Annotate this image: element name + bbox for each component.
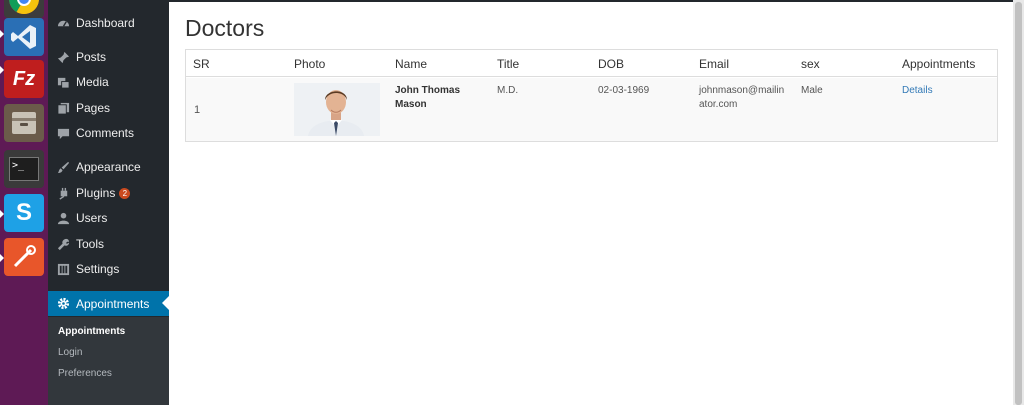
submenu-item-appointments[interactable]: Appointments: [58, 326, 125, 337]
column-header-title: Title: [497, 57, 520, 71]
pages-icon: [56, 101, 70, 115]
title-cell: M.D.: [497, 85, 519, 96]
sidebar-item-label: Appointments: [76, 296, 150, 311]
dashboard-icon: [56, 16, 70, 30]
terminal-icon[interactable]: >_: [4, 150, 44, 188]
sidebar-item-settings[interactable]: Settings: [48, 256, 169, 282]
gear-icon: [56, 297, 70, 311]
scrollbar-thumb[interactable]: [1015, 2, 1022, 405]
sidebar-item-tools[interactable]: Tools: [48, 231, 169, 257]
sex-cell: Male: [801, 85, 823, 96]
pin-icon: [56, 50, 70, 64]
comment-icon: [56, 126, 70, 140]
sidebar-item-label: Comments: [76, 126, 135, 140]
page-title: Doctors: [185, 15, 265, 41]
sidebar-item-label: Appearance: [76, 160, 141, 174]
column-header-appointments: Appointments: [902, 57, 976, 71]
app-launcher: Fz >_ S: [0, 0, 48, 405]
sidebar-item-label: Media: [76, 75, 109, 89]
terminal-glyph: >_: [12, 160, 25, 171]
vscode-icon[interactable]: [4, 18, 44, 56]
column-header-email: Email: [699, 57, 730, 71]
column-header-name: Name: [395, 57, 428, 71]
sidebar-item-label: Pages: [76, 101, 111, 115]
email-line2: ator.com: [699, 99, 738, 110]
media-icon: [56, 75, 70, 89]
skype-icon[interactable]: S: [4, 194, 44, 232]
user-icon: [56, 211, 70, 225]
sidebar-item-dashboard[interactable]: Dashboard: [48, 10, 169, 36]
appointments-cell: Details: [902, 84, 933, 98]
sidebar-item-label: Plugins: [76, 186, 116, 200]
column-header-sr: SR: [193, 57, 210, 71]
sidebar-item-posts[interactable]: Posts: [48, 44, 169, 70]
sr-cell: 1: [194, 104, 201, 116]
table-row: 1 John Thomas Mason M.D. 02-03-1969 john…: [186, 78, 997, 141]
plugin-icon: [56, 186, 70, 200]
email-line1: johnmason@mailin: [699, 85, 785, 96]
email-cell: johnmason@mailin ator.com: [699, 84, 784, 112]
doctor-name-cell: John Thomas Mason: [395, 84, 460, 112]
admin-bar-edge: [169, 0, 1016, 2]
submenu-item-preferences[interactable]: Preferences: [58, 368, 112, 379]
doctor-photo: [294, 83, 380, 136]
sidebar-item-appointments[interactable]: Appointments: [48, 291, 169, 316]
current-menu-arrow: [162, 296, 169, 310]
sidebar-item-label: Tools: [76, 237, 105, 251]
submenu-item-login[interactable]: Login: [58, 347, 82, 358]
column-header-photo: Photo: [294, 57, 326, 71]
details-link[interactable]: Details: [902, 85, 933, 96]
sidebar-item-appearance[interactable]: Appearance: [48, 154, 169, 180]
sidebar-item-label: Users: [76, 211, 108, 225]
sidebar-item-users[interactable]: Users: [48, 205, 169, 231]
filezilla-icon[interactable]: Fz: [4, 60, 44, 98]
chrome-icon[interactable]: [4, 0, 44, 18]
postman-icon[interactable]: [4, 238, 44, 276]
skype-glyph: S: [15, 199, 32, 226]
sidebar-item-label: Dashboard: [76, 16, 135, 30]
update-count-badge: 2: [119, 187, 131, 199]
doctor-name-line1: John Thomas: [395, 85, 461, 96]
sidebar-item-media[interactable]: Media: [48, 69, 169, 95]
doctor-name-line2: Mason: [395, 99, 427, 110]
table-header-row: SR Photo Name Title DOB Email sex Appoin…: [186, 50, 997, 77]
archive-manager-icon[interactable]: [4, 104, 44, 142]
wrench-icon: [56, 237, 70, 251]
column-header-sex: sex: [801, 57, 820, 71]
filezilla-glyph: Fz: [12, 67, 36, 90]
doctors-table: SR Photo Name Title DOB Email sex Appoin…: [185, 49, 998, 142]
settings-icon: [56, 262, 70, 276]
sidebar-item-label: Posts: [76, 50, 107, 64]
column-header-dob: DOB: [598, 57, 625, 71]
sidebar-item-pages[interactable]: Pages: [48, 95, 169, 121]
brush-icon: [56, 160, 70, 174]
dob-cell: 02-03-1969: [598, 85, 650, 96]
sidebar-item-comments[interactable]: Comments: [48, 120, 169, 146]
sidebar-item-plugins[interactable]: Plugins 2: [48, 180, 169, 206]
sidebar-item-label: Settings: [76, 262, 120, 276]
appointments-submenu: Appointments Login Preferences: [48, 317, 169, 405]
